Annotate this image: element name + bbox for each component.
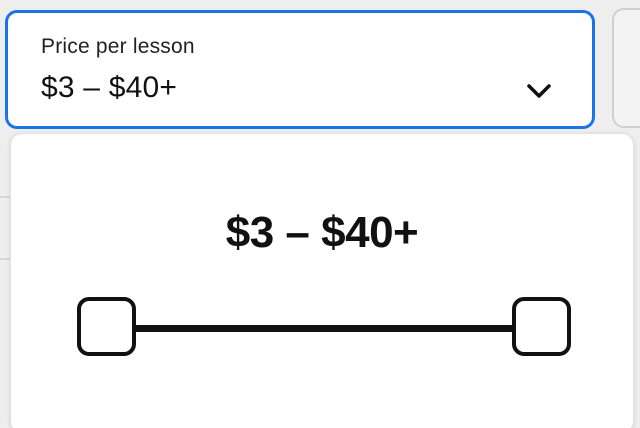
chevron-down-icon[interactable] bbox=[525, 80, 553, 102]
adjacent-filter-card[interactable] bbox=[612, 8, 640, 128]
page: Price per lesson $3 – $40+ $3 – $40+ bbox=[0, 0, 640, 428]
slider-track[interactable] bbox=[107, 325, 541, 332]
price-range-slider[interactable] bbox=[77, 297, 571, 361]
price-range-display: $3 – $40+ bbox=[225, 208, 419, 257]
price-filter-label: Price per lesson bbox=[41, 35, 195, 58]
price-filter-value: $3 – $40+ bbox=[41, 71, 178, 104]
slider-min-handle[interactable] bbox=[77, 297, 136, 356]
price-filter-dropdown[interactable]: Price per lesson $3 – $40+ bbox=[5, 10, 595, 129]
price-range-popover: $3 – $40+ bbox=[10, 133, 634, 428]
slider-max-handle[interactable] bbox=[512, 297, 571, 356]
